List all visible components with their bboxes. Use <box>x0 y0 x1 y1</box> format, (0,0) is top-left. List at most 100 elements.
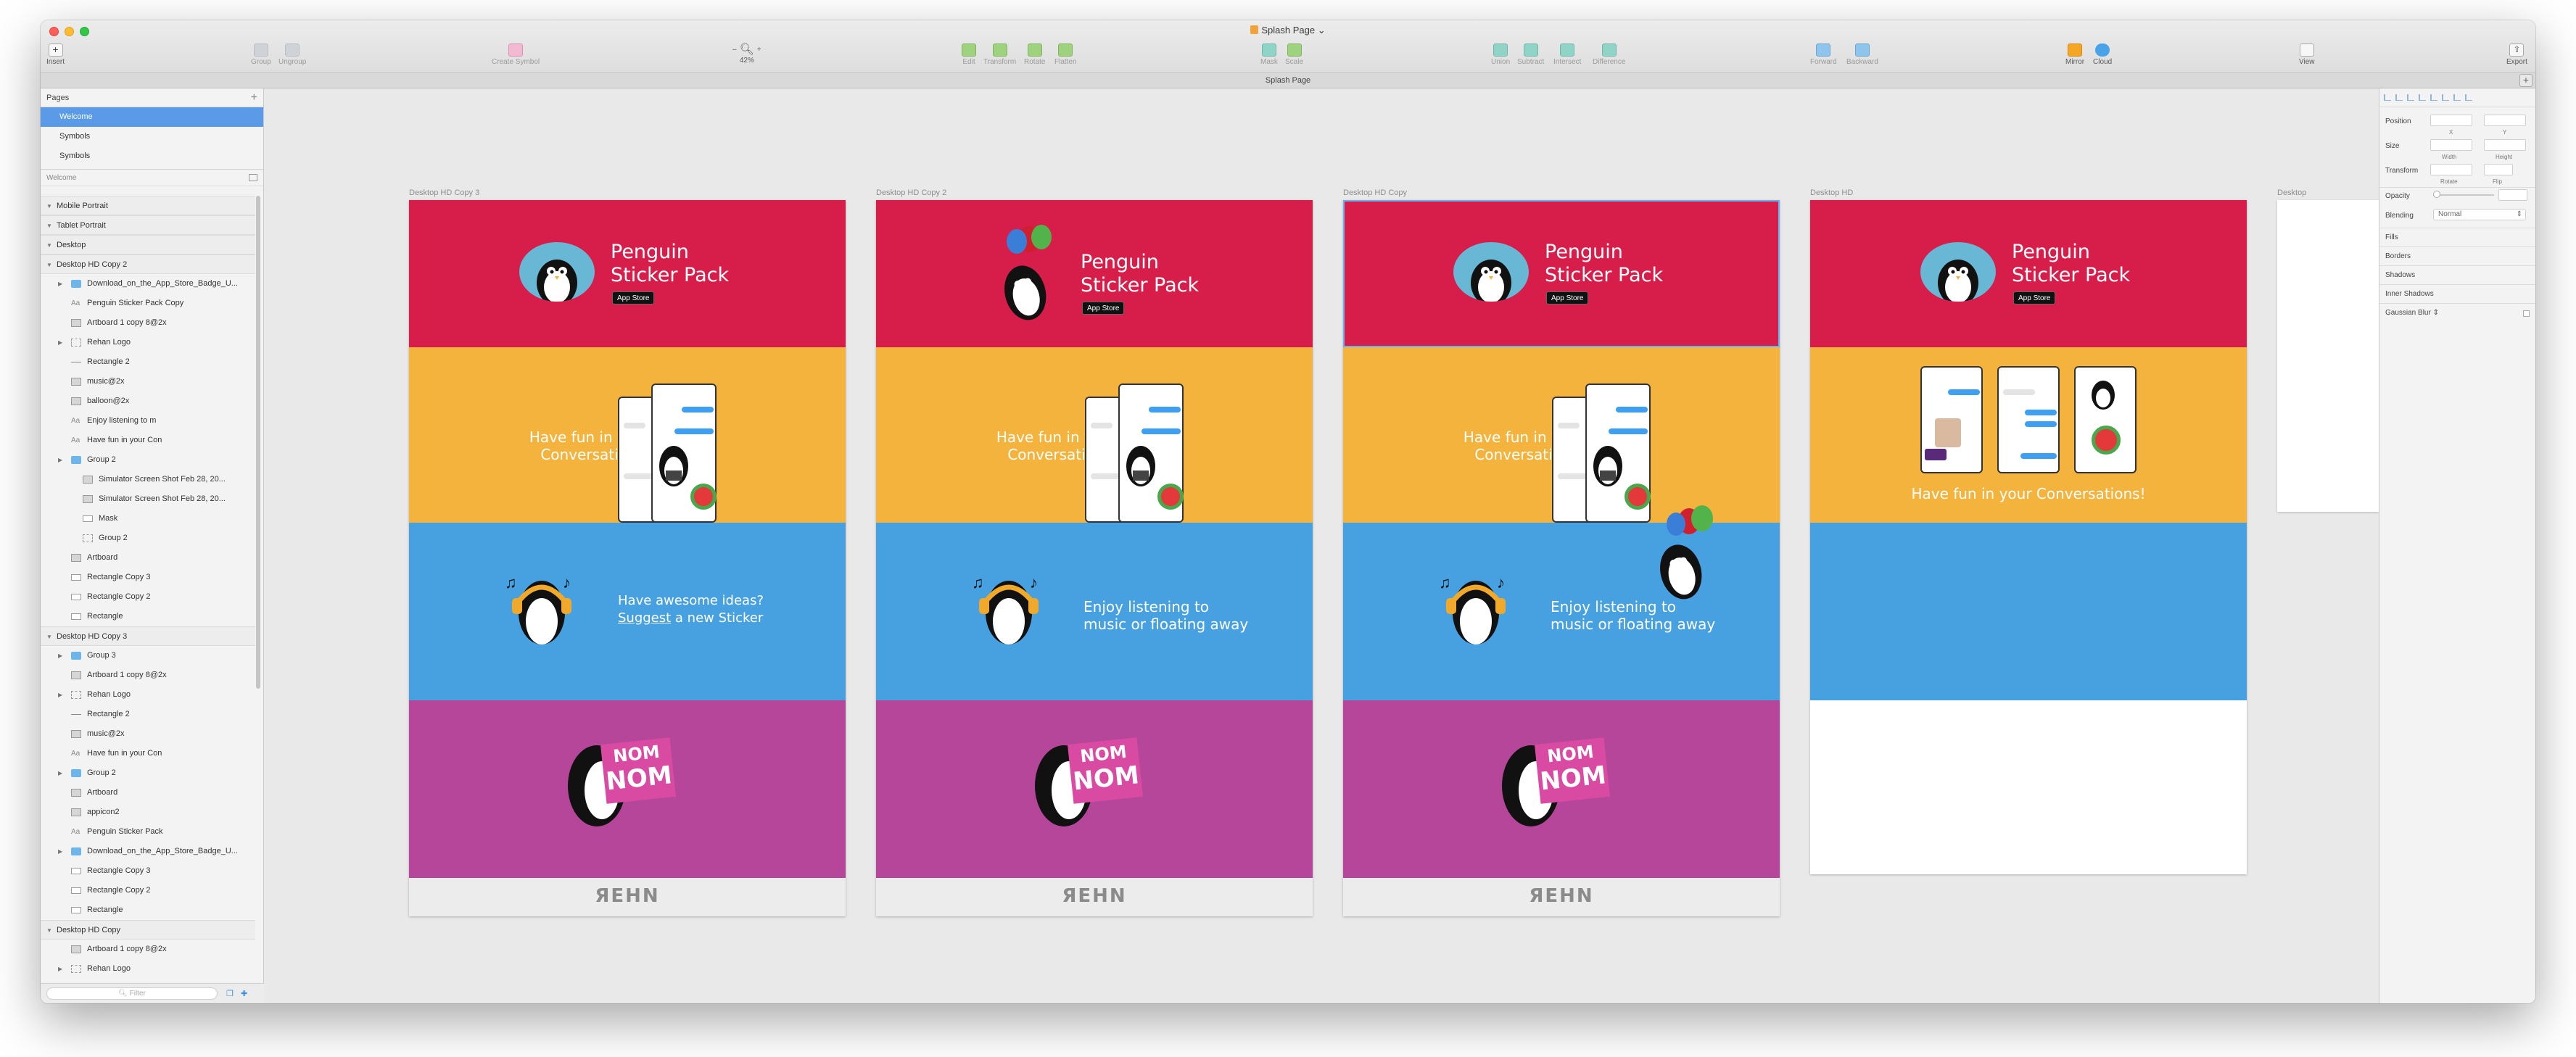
union-button[interactable]: Union <box>1491 43 1510 66</box>
align-right-icon[interactable] <box>2407 94 2414 101</box>
layer-row[interactable]: ▶ Rehan Logo <box>41 685 255 705</box>
layer-artboard[interactable]: ▼ Tablet Portrait <box>41 215 255 235</box>
distribute-h-icon[interactable] <box>2453 94 2461 101</box>
add-page-button[interactable]: + <box>251 88 257 107</box>
artboard-desktop-hd[interactable]: Penguin Sticker Pack App Store Have fun i… <box>1810 200 2247 874</box>
align-left-icon[interactable] <box>2384 94 2391 101</box>
disclosure-closed-icon[interactable]: ▶ <box>58 450 62 470</box>
position-y-input[interactable] <box>2484 115 2526 126</box>
layer-row[interactable]: Simulator Screen Shot Feb 28, 20... <box>41 489 255 509</box>
layer-export-icon[interactable]: ❐ <box>226 989 234 998</box>
fills-section[interactable]: Fills <box>2379 228 2535 246</box>
layer-row[interactable]: Rectangle <box>41 607 255 626</box>
layer-row[interactable]: ▶ Rehan Logo <box>41 959 255 973</box>
disclosure-open-icon[interactable]: ▼ <box>46 196 52 216</box>
collapse-layers-icon[interactable] <box>249 174 257 181</box>
layer-row[interactable]: Rectangle Copy 2 <box>41 881 255 900</box>
scale-button[interactable]: Scale <box>1285 43 1303 66</box>
layer-row[interactable]: Rectangle 2 <box>41 352 255 372</box>
app-store-badge[interactable]: App Store <box>2013 291 2056 304</box>
opacity-slider-knob[interactable] <box>2433 191 2440 198</box>
artboard-label[interactable]: Desktop HD <box>1810 188 1853 197</box>
disclosure-closed-icon[interactable]: ▶ <box>58 842 62 861</box>
intersect-button[interactable]: Intersect <box>1553 43 1581 66</box>
layer-row[interactable]: Aa Have fun in your Con <box>41 744 255 763</box>
disclosure-closed-icon[interactable]: ▶ <box>58 685 62 705</box>
layer-add-icon[interactable]: ✚ <box>241 989 247 998</box>
forward-button[interactable]: Forward <box>1810 43 1837 66</box>
flip-buttons[interactable] <box>2484 164 2513 175</box>
mask-button[interactable]: Mask <box>1260 43 1278 66</box>
gaussian-blur-checkbox[interactable] <box>2523 310 2530 317</box>
layer-row[interactable]: Artboard <box>41 548 255 568</box>
height-input[interactable] <box>2484 139 2526 151</box>
disclosure-open-icon[interactable]: ▼ <box>46 255 52 275</box>
rotate-input[interactable] <box>2430 164 2472 175</box>
layer-row[interactable]: Artboard 1 copy 8@2x <box>41 666 255 685</box>
zoom-control[interactable]: – 🔍︎ +42% <box>732 42 761 65</box>
width-input[interactable] <box>2430 139 2472 151</box>
borders-section[interactable]: Borders <box>2379 246 2535 265</box>
opacity-input[interactable] <box>2498 189 2527 201</box>
layer-artboard[interactable]: ▼ Desktop HD Copy 3 <box>41 626 255 646</box>
subtract-button[interactable]: Subtract <box>1517 43 1544 66</box>
inner-shadows-section[interactable]: Inner Shadows <box>2379 284 2535 303</box>
layer-row[interactable]: ▶ Rehan Logo <box>41 333 255 352</box>
artboard-label[interactable]: Desktop HD Copy <box>1343 188 1407 197</box>
layer-artboard[interactable]: ▼ Mobile Portrait <box>41 196 255 215</box>
layers-scrollbar[interactable] <box>256 196 260 689</box>
blending-select[interactable]: Normal ⇕ <box>2433 209 2526 220</box>
layer-row[interactable]: Aa Have fun in your Con <box>41 431 255 450</box>
opacity-slider[interactable] <box>2433 191 2494 198</box>
create-symbol-button[interactable]: Create Symbol <box>492 43 540 66</box>
cloud-button[interactable]: Cloud <box>2093 43 2112 66</box>
layer-row[interactable]: ▶ Group 2 <box>41 763 255 783</box>
new-tab-button[interactable]: + <box>2519 74 2532 87</box>
align-top-icon[interactable] <box>2419 94 2426 101</box>
disclosure-open-icon[interactable]: ▼ <box>46 627 52 647</box>
layer-row[interactable]: balloon@2x <box>41 391 255 411</box>
page-item-welcome[interactable]: Welcome <box>41 107 263 127</box>
document-tab[interactable]: Splash Page <box>1266 76 1310 85</box>
layer-artboard[interactable]: ▼ Desktop HD Copy <box>41 920 255 940</box>
artboard-label[interactable]: Desktop HD Copy 2 <box>876 188 946 197</box>
suggest-link[interactable]: Suggest <box>618 610 671 626</box>
gaussian-blur-section[interactable]: Gaussian Blur ⇕ <box>2379 303 2535 322</box>
difference-button[interactable]: Difference <box>1593 43 1625 66</box>
disclosure-open-icon[interactable]: ▼ <box>46 921 52 940</box>
layer-row[interactable]: Aa Penguin Sticker Pack Copy <box>41 294 255 313</box>
layer-row[interactable]: Rectangle Copy 3 <box>41 568 255 587</box>
disclosure-closed-icon[interactable]: ▶ <box>58 763 62 783</box>
hero-band-selected[interactable]: Penguin Sticker Pack App Store <box>1343 200 1780 347</box>
export-button[interactable]: ⇧ Export <box>2506 43 2527 66</box>
layer-row[interactable]: ▶ Download_on_the_App_Store_Badge_U... <box>41 274 255 294</box>
page-item-symbols[interactable]: Symbols <box>41 127 263 146</box>
layer-row[interactable]: Artboard 1 copy 8@2x <box>41 940 255 959</box>
artboard-desktop-hd-copy-3[interactable]: Penguin Sticker Pack App Store Have fun i… <box>409 200 846 916</box>
disclosure-closed-icon[interactable]: ▶ <box>58 274 62 294</box>
layer-row[interactable]: Rectangle Copy 2 <box>41 587 255 607</box>
rotate-button[interactable]: Rotate <box>1024 43 1045 66</box>
disclosure-closed-icon[interactable]: ▶ <box>58 333 62 352</box>
ungroup-button[interactable]: Ungroup <box>278 43 306 66</box>
app-store-badge[interactable]: App Store <box>1546 291 1589 304</box>
transform-button[interactable]: Transform <box>983 43 1016 66</box>
distribute-v-icon[interactable] <box>2465 94 2472 101</box>
artboard-desktop-hd-copy-2[interactable]: Penguin Sticker Pack App Store Have fun i… <box>876 200 1313 916</box>
layer-row[interactable]: Aa Enjoy listening to m <box>41 411 255 431</box>
position-x-input[interactable] <box>2430 115 2472 126</box>
layer-row[interactable]: music@2x <box>41 372 255 391</box>
layer-row[interactable]: ▶ Group 3 <box>41 646 255 666</box>
canvas[interactable]: Desktop HD Copy 3 Desktop HD Copy 2 Desk… <box>264 88 2379 1003</box>
artboard-label[interactable]: Desktop HD Copy 3 <box>409 188 479 197</box>
layer-row[interactable]: Simulator Screen Shot Feb 28, 20... <box>41 470 255 489</box>
shadows-section[interactable]: Shadows <box>2379 265 2535 284</box>
app-store-badge[interactable]: App Store <box>612 291 655 304</box>
mirror-button[interactable]: Mirror <box>2065 43 2084 66</box>
artboard-desktop-hd-copy[interactable]: Penguin Sticker Pack App Store Have fun i… <box>1343 200 1780 916</box>
disclosure-closed-icon[interactable]: ▶ <box>58 646 62 666</box>
layer-row[interactable]: Group 2 <box>41 528 255 548</box>
filter-input[interactable]: 🔍︎ Filter <box>46 987 218 1000</box>
disclosure-open-icon[interactable]: ▼ <box>46 236 52 255</box>
layer-row[interactable]: ▶ Download_on_the_App_Store_Badge_U... <box>41 842 255 861</box>
